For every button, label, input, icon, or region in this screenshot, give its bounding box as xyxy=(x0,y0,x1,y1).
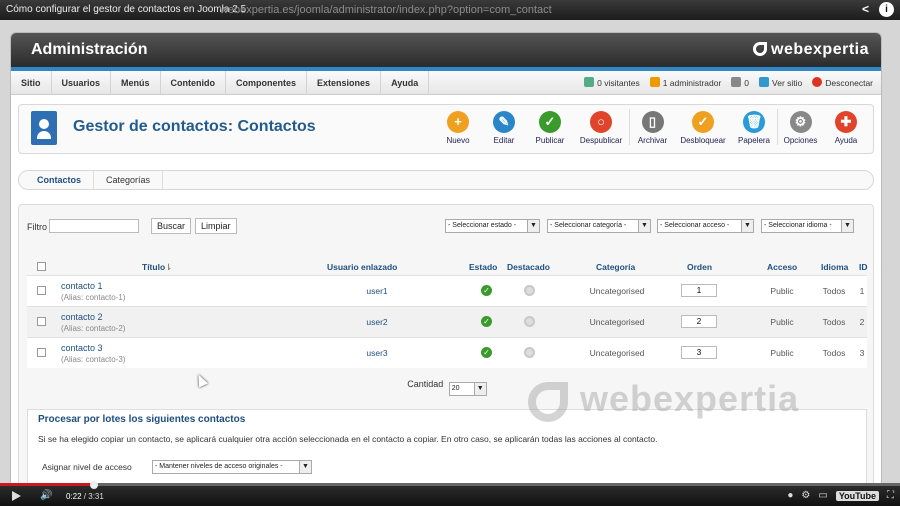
view-site-link[interactable]: Ver sitio xyxy=(759,71,802,95)
admin-title: Administración xyxy=(31,41,148,58)
video-frame: Cómo configurar el gestor de contactos e… xyxy=(0,0,900,506)
share-icon[interactable]: < xyxy=(858,2,873,17)
watermark-logo-icon xyxy=(528,382,568,422)
visitors-icon xyxy=(584,77,595,87)
admin-window: Administración webexpertia Sitio Usuario… xyxy=(10,32,882,492)
logout-icon xyxy=(812,77,823,87)
brand-logo: webexpertia xyxy=(753,41,869,59)
time-display: 0:22 / 3:31 xyxy=(66,492,104,501)
mail-icon xyxy=(731,77,742,87)
menu-componentes[interactable]: Componentes xyxy=(226,71,308,95)
fullscreen-icon[interactable]: ⛶ xyxy=(887,490,894,501)
admin-menubar: Sitio Usuarios Menús Contenido Component… xyxy=(11,71,881,95)
url-ghost: webexpertia.es/joomla/administrator/inde… xyxy=(220,4,552,16)
monitor-icon xyxy=(759,77,770,87)
menu-sitio[interactable]: Sitio xyxy=(11,71,52,95)
admin-header: Administración webexpertia xyxy=(11,33,881,71)
progress-handle[interactable] xyxy=(89,481,98,489)
visitors-status: 0 visitantes xyxy=(584,71,640,95)
play-icon[interactable] xyxy=(12,491,21,501)
brand-mark-icon xyxy=(753,42,768,56)
watermark: webexpertia xyxy=(580,378,800,419)
video-controls: 🔊 0:22 / 3:31 ● ⚙ ▭ YouTube ⛶ xyxy=(0,481,900,506)
settings-icon[interactable]: ⚙ xyxy=(801,490,810,501)
volume-icon[interactable]: 🔊 xyxy=(40,490,52,501)
video-title[interactable]: Cómo configurar el gestor de contactos e… xyxy=(6,4,246,15)
youtube-logo[interactable]: YouTube xyxy=(835,490,879,501)
logout-link[interactable]: Desconectar xyxy=(812,71,873,95)
messages-status[interactable]: 0 xyxy=(731,71,749,95)
menu-usuarios[interactable]: Usuarios xyxy=(52,71,112,95)
miniplayer-icon[interactable]: ▭ xyxy=(818,490,827,501)
video-title-bar: Cómo configurar el gestor de contactos e… xyxy=(0,0,900,20)
menu-extensiones[interactable]: Extensiones xyxy=(307,71,382,95)
admin-user-icon xyxy=(649,77,660,87)
admins-status: 1 administrador xyxy=(649,71,721,95)
info-icon[interactable]: i xyxy=(879,2,894,17)
menu-ayuda[interactable]: Ayuda xyxy=(381,71,430,95)
menu-menus[interactable]: Menús xyxy=(111,71,161,95)
progress-played xyxy=(0,483,94,486)
captions-icon[interactable]: ● xyxy=(787,490,793,501)
progress-bar[interactable] xyxy=(0,481,900,489)
menu-contenido[interactable]: Contenido xyxy=(161,71,227,95)
